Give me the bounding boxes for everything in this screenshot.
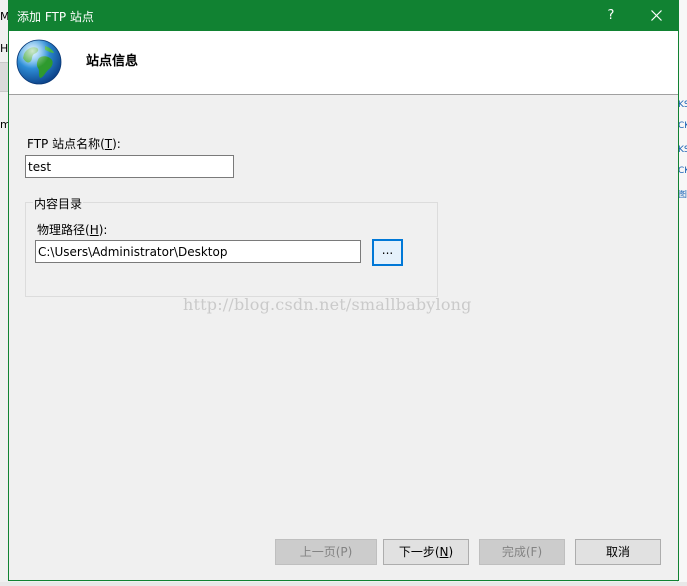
previous-label: 上一页(P)	[299, 545, 353, 559]
background-link[interactable]: KS	[678, 100, 687, 111]
site-name-label-suffix: ):	[112, 137, 121, 151]
site-name-label: FTP 站点名称(T):	[27, 135, 121, 152]
finish-button[interactable]: 完成(F)	[479, 539, 565, 565]
site-name-input[interactable]	[25, 155, 234, 178]
screen: M H m KS CK KS CK 图 添加 FTP 站点 ?	[0, 0, 687, 586]
help-icon: ?	[607, 8, 615, 23]
close-button[interactable]	[634, 1, 678, 31]
dialog-header: 站点信息	[9, 31, 678, 95]
background-link[interactable]: CK	[678, 121, 687, 132]
dialog-title: 添加 FTP 站点	[17, 10, 94, 24]
globe-icon	[16, 39, 62, 85]
dialog-titlebar[interactable]: 添加 FTP 站点 ?	[9, 1, 678, 31]
next-label-suffix: )	[448, 545, 454, 559]
background-link[interactable]: 图	[678, 190, 687, 201]
site-name-label-accesskey: T	[104, 137, 113, 151]
physical-path-input[interactable]	[35, 240, 361, 263]
next-button[interactable]: 下一步(N)	[383, 539, 469, 565]
finish-label: 完成(F)	[501, 545, 543, 559]
watermark-text: http://blog.csdn.net/smallbabylong	[183, 295, 472, 314]
add-ftp-site-dialog: 添加 FTP 站点 ? 站点信息 FTP 站点名称(T): test 内容目录 …	[8, 0, 679, 581]
background-window-bottom	[0, 582, 687, 586]
physical-path-label-text: 物理路径(	[37, 223, 90, 237]
background-link[interactable]: KS	[678, 145, 687, 156]
cancel-button[interactable]: 取消	[575, 539, 661, 565]
browse-button[interactable]: ...	[372, 239, 403, 266]
help-button[interactable]: ?	[589, 1, 633, 31]
physical-path-label: 物理路径(H):	[37, 221, 107, 238]
page-title: 站点信息	[86, 54, 139, 69]
site-name-label-text: FTP 站点名称(	[27, 137, 105, 151]
browse-label: ...	[381, 243, 394, 257]
previous-button[interactable]: 上一页(P)	[275, 539, 377, 565]
cancel-label: 取消	[605, 545, 630, 559]
close-icon	[650, 10, 662, 21]
next-label: 下一步(	[398, 545, 440, 559]
background-link[interactable]: CK	[678, 166, 687, 177]
content-directory-legend: 内容目录	[33, 195, 84, 212]
physical-path-label-accesskey: H	[89, 223, 99, 237]
physical-path-label-suffix: ):	[98, 223, 108, 237]
